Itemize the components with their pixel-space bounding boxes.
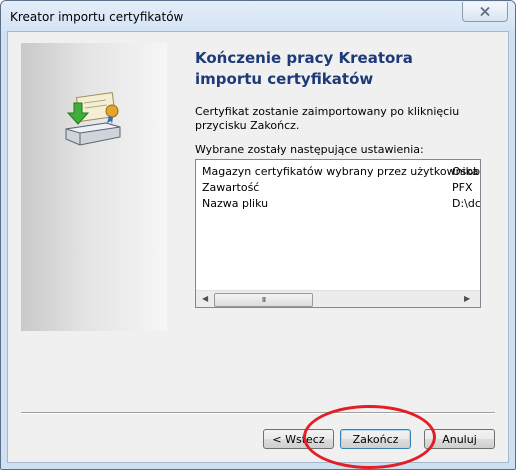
divider: [21, 412, 495, 414]
setting-name: Nazwa pliku: [202, 197, 269, 210]
setting-value: Osob: [452, 165, 481, 178]
close-button[interactable]: [462, 2, 508, 22]
scrollbar-thumb[interactable]: III: [214, 293, 313, 307]
setting-value: D:\dc: [452, 197, 481, 210]
page-title: Kończenie pracy Kreatora importu certyfi…: [195, 49, 413, 88]
scroll-right-icon[interactable]: ▶: [464, 294, 470, 303]
back-button[interactable]: < Wstecz: [263, 429, 334, 449]
settings-label: Wybrane zostały następujące ustawienia:: [195, 143, 424, 156]
cancel-button[interactable]: Anuluj: [424, 429, 495, 449]
wizard-body: Kończenie pracy Kreatora importu certyfi…: [7, 31, 509, 463]
list-item[interactable]: Zawartość PFX: [196, 180, 480, 196]
close-icon: [480, 6, 490, 17]
title-bar: Kreator importu certyfikatów: [1, 1, 515, 31]
description-text: Certyfikat zostanie zaimportowany po kli…: [195, 105, 460, 132]
setting-value: PFX: [452, 181, 473, 194]
certificate-import-icon: [65, 92, 121, 146]
window-title: Kreator importu certyfikatów: [10, 10, 184, 24]
settings-list[interactable]: Magazyn certyfikatów wybrany przez użytk…: [195, 159, 481, 308]
list-item[interactable]: Magazyn certyfikatów wybrany przez użytk…: [196, 164, 480, 180]
wizard-side-panel: [21, 43, 167, 331]
list-item[interactable]: Nazwa pliku D:\dc: [196, 196, 480, 212]
horizontal-scrollbar[interactable]: ◀ III ▶: [196, 290, 480, 307]
setting-name: Magazyn certyfikatów wybrany przez użytk…: [202, 165, 479, 178]
setting-name: Zawartość: [202, 181, 260, 194]
wizard-window: Kreator importu certyfikatów Kończenie p…: [0, 0, 516, 470]
finish-button[interactable]: Zakończ: [340, 429, 411, 449]
scroll-left-icon[interactable]: ◀: [202, 294, 208, 303]
